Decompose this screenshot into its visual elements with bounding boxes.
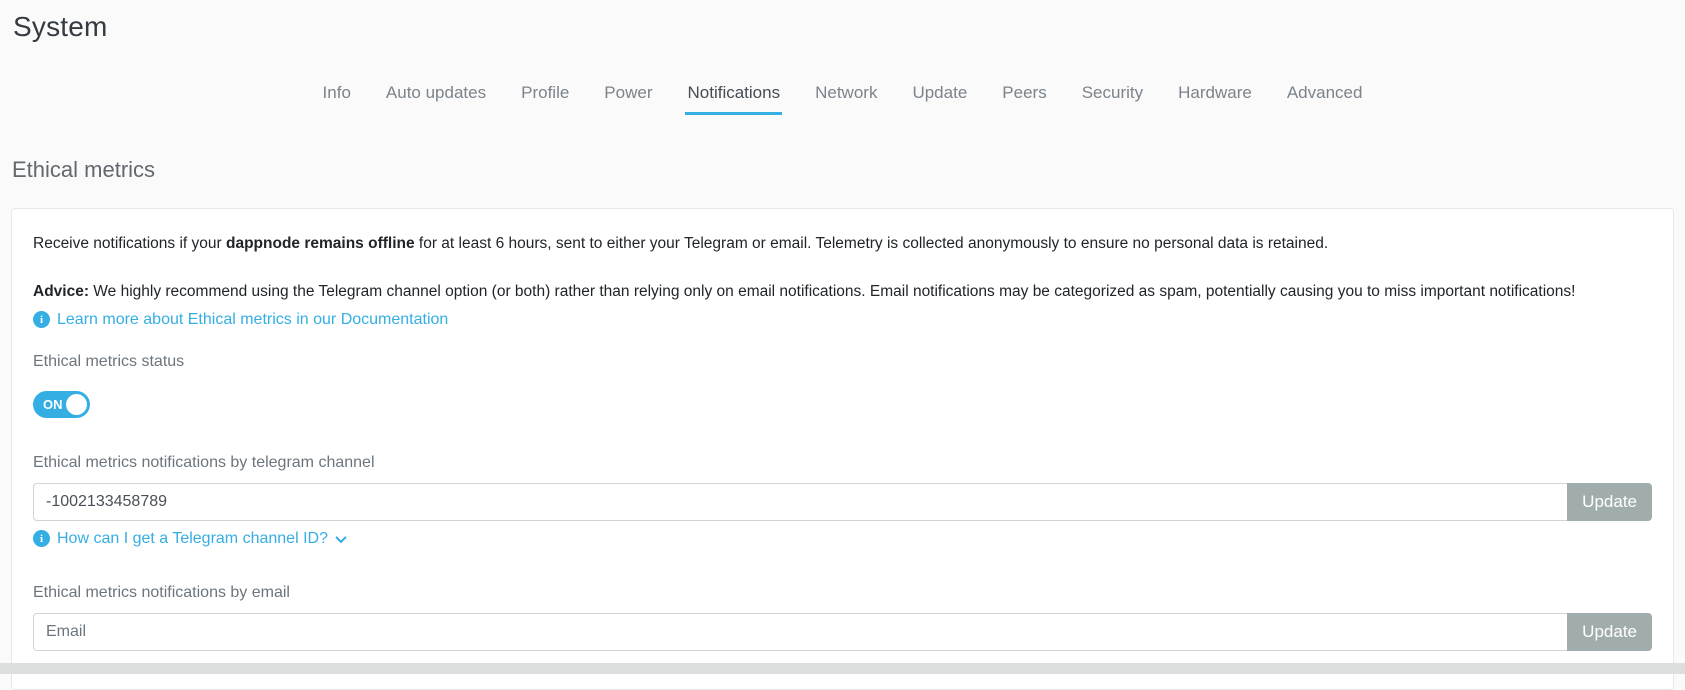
tab-security[interactable]: Security: [1080, 81, 1145, 115]
ethical-metrics-toggle[interactable]: ON: [33, 391, 90, 418]
info-icon: i: [33, 530, 50, 547]
tab-auto-updates[interactable]: Auto updates: [384, 81, 488, 115]
email-label: Ethical metrics notifications by email: [33, 584, 1652, 602]
docs-link-label[interactable]: Learn more about Ethical metrics in our …: [57, 311, 448, 329]
advice-body: We highly recommend using the Telegram c…: [89, 283, 1575, 300]
tab-advanced[interactable]: Advanced: [1285, 81, 1365, 115]
advice-text: Advice: We highly recommend using the Te…: [33, 281, 1652, 303]
tab-info[interactable]: Info: [321, 81, 353, 115]
bottom-band: [0, 663, 1685, 674]
ethical-metrics-card: Receive notifications if your dappnode r…: [11, 208, 1674, 690]
tab-power[interactable]: Power: [602, 81, 654, 115]
telegram-channel-input[interactable]: [33, 483, 1567, 521]
tab-peers[interactable]: Peers: [1000, 81, 1048, 115]
tab-hardware[interactable]: Hardware: [1176, 81, 1254, 115]
tab-network[interactable]: Network: [813, 81, 879, 115]
email-input[interactable]: [33, 613, 1567, 651]
email-update-button[interactable]: Update: [1567, 613, 1652, 651]
tab-profile[interactable]: Profile: [519, 81, 571, 115]
toggle-knob[interactable]: [66, 394, 87, 415]
intro-text-bold: dappnode remains offline: [226, 235, 415, 252]
docs-link[interactable]: i Learn more about Ethical metrics in ou…: [33, 311, 1652, 329]
info-icon: i: [33, 311, 50, 328]
tab-notifications[interactable]: Notifications: [685, 81, 782, 115]
chevron-down-icon: [335, 532, 346, 543]
advice-label: Advice:: [33, 283, 89, 300]
intro-text: Receive notifications if your dappnode r…: [33, 233, 1652, 255]
section-title: Ethical metrics: [12, 157, 1685, 183]
email-input-group: Update: [33, 613, 1652, 651]
tabs: Info Auto updates Profile Power Notification…: [0, 81, 1685, 115]
page-title: System: [0, 0, 1685, 43]
telegram-label: Ethical metrics notifications by telegra…: [33, 454, 1652, 472]
status-label: Ethical metrics status: [33, 353, 1652, 371]
telegram-input-group: Update: [33, 483, 1652, 521]
intro-text-pre: Receive notifications if your: [33, 235, 226, 252]
toggle-state-label: ON: [43, 397, 63, 412]
telegram-help-label[interactable]: How can I get a Telegram channel ID?: [57, 530, 328, 548]
intro-text-post: for at least 6 hours, sent to either you…: [415, 235, 1329, 252]
telegram-help-link[interactable]: i How can I get a Telegram channel ID?: [33, 530, 1652, 548]
telegram-update-button[interactable]: Update: [1567, 483, 1652, 521]
tab-update[interactable]: Update: [910, 81, 969, 115]
